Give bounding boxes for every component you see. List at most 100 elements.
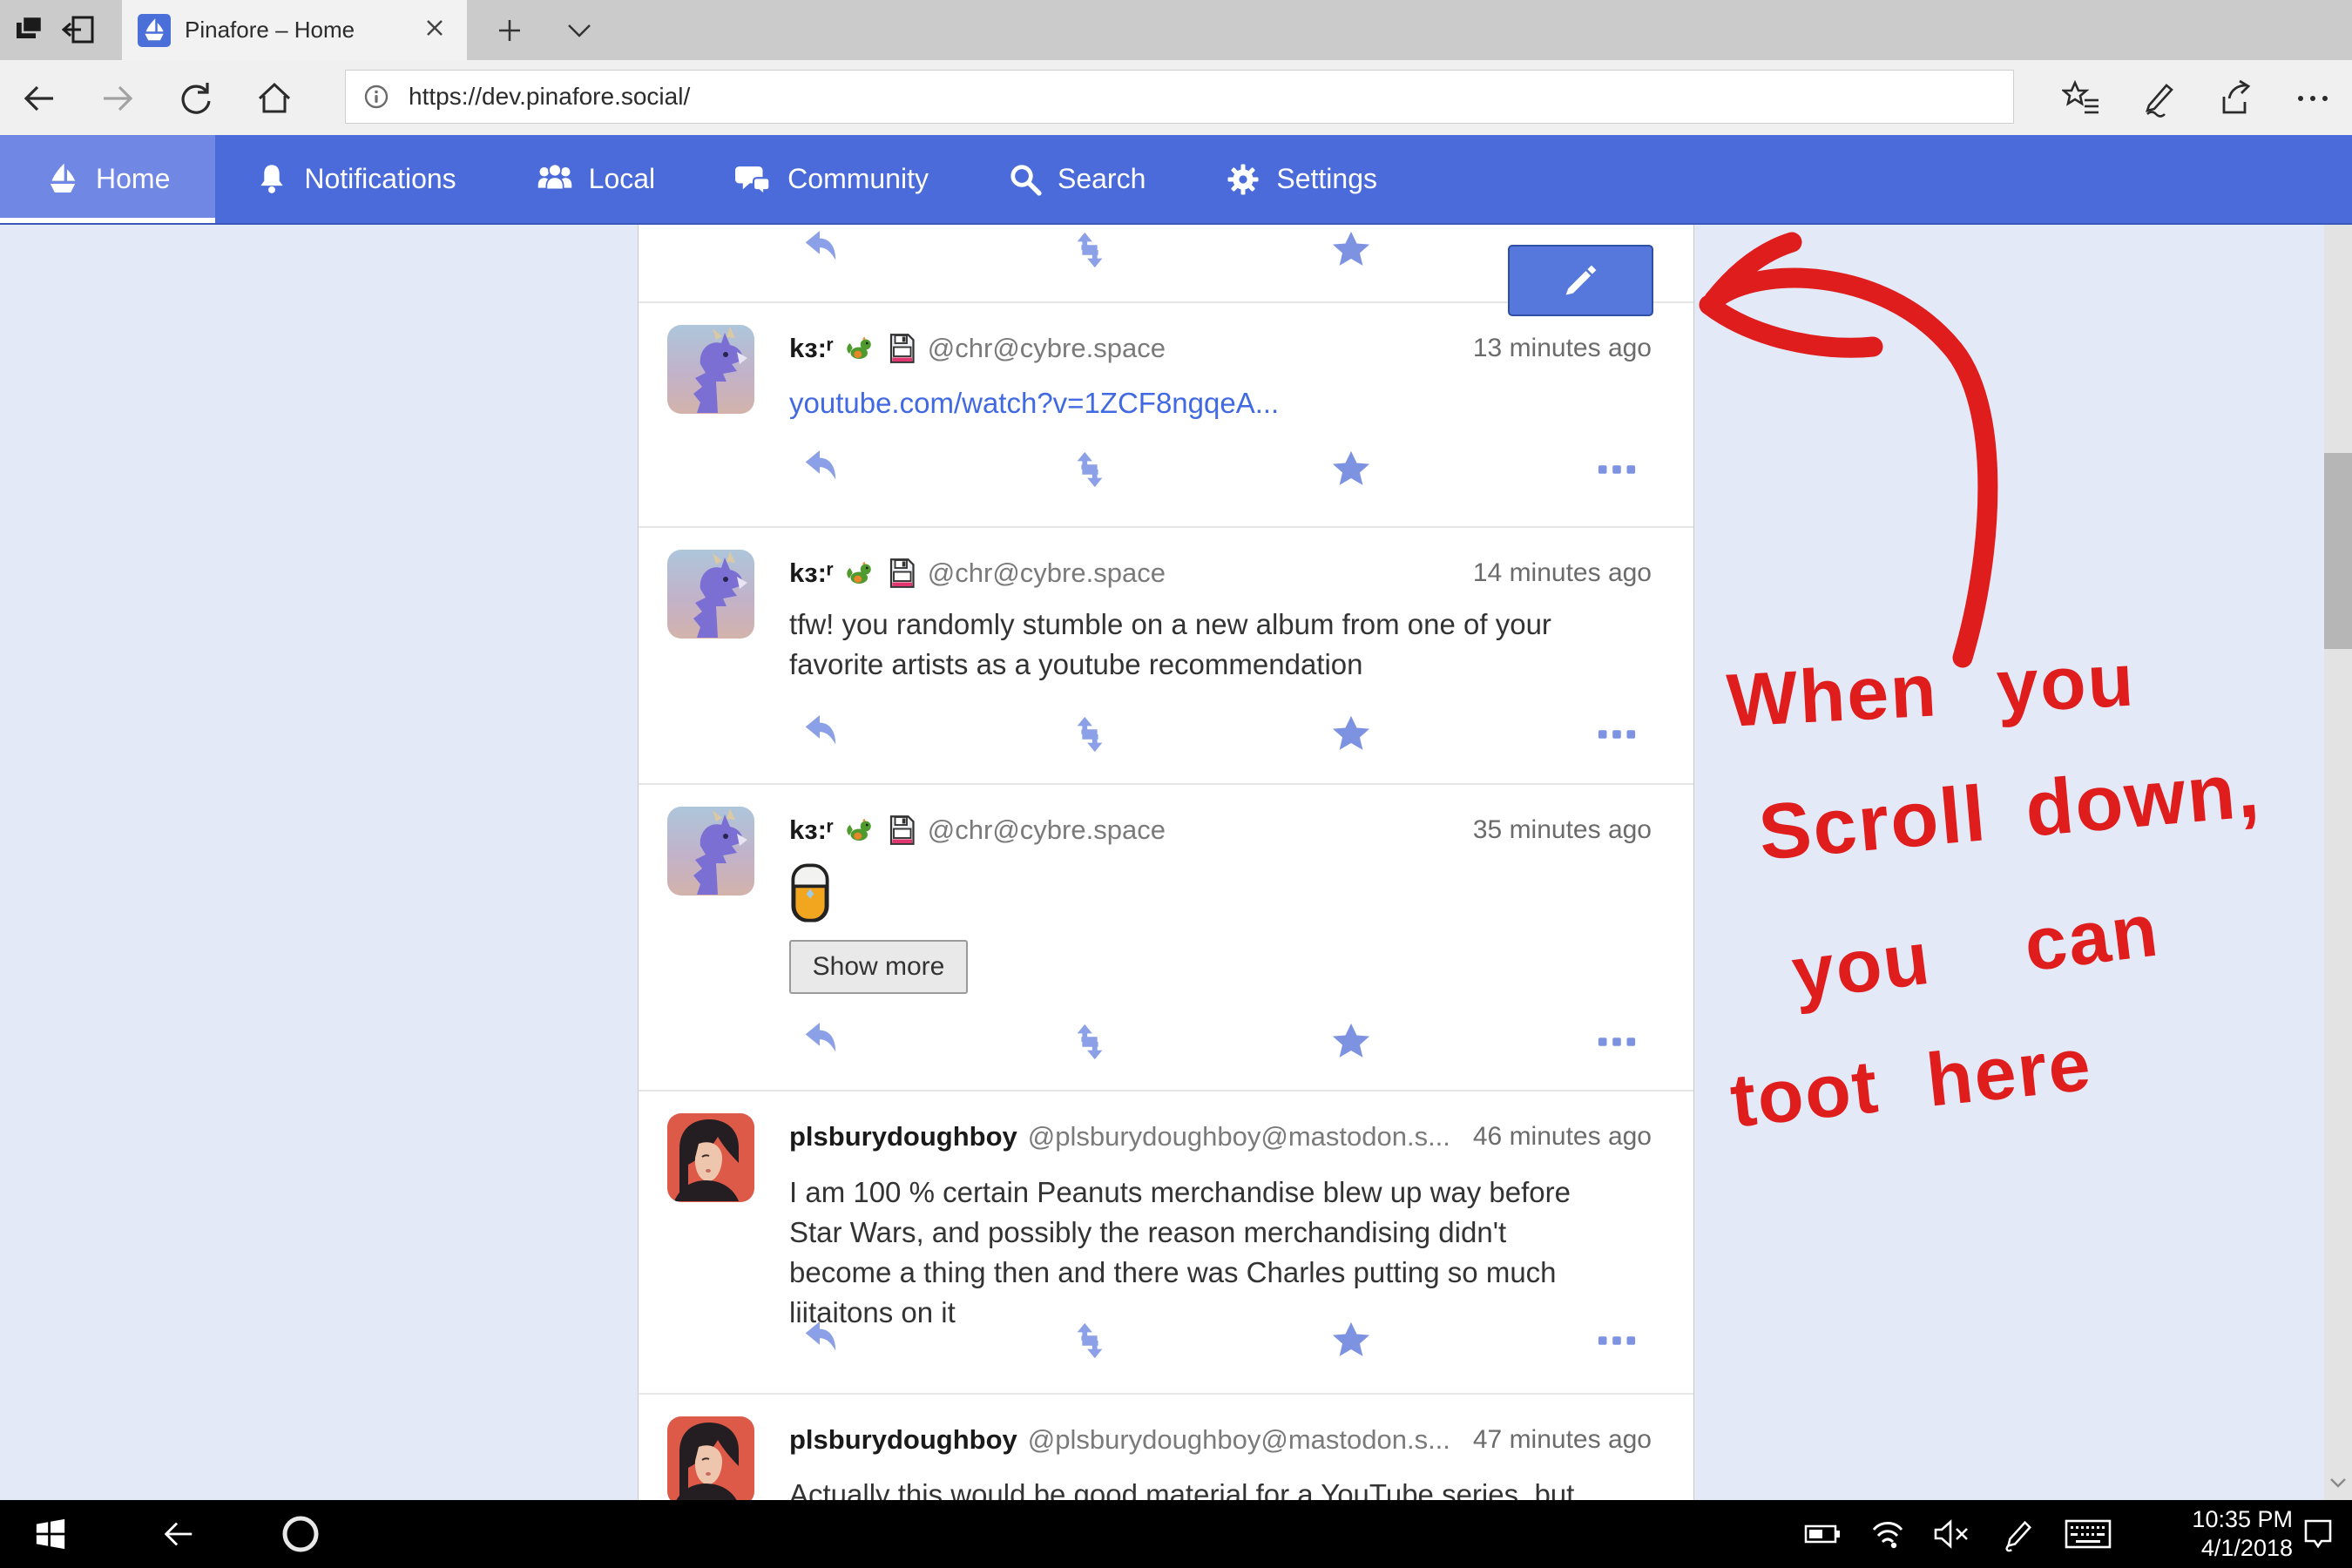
display-name[interactable]: kз:ʳ — [789, 558, 834, 589]
scrollbar-thumb[interactable] — [2324, 453, 2352, 649]
user-handle[interactable]: @chr@cybre.space — [928, 814, 1166, 846]
more-options-icon[interactable] — [1597, 449, 1637, 490]
gear-icon — [1226, 162, 1260, 197]
url-field[interactable]: https://dev.pinafore.social/ — [345, 70, 2014, 124]
close-tab-icon[interactable] — [418, 13, 451, 47]
tab-preview-icon — [11, 12, 46, 47]
home-button[interactable] — [251, 76, 298, 121]
reply-icon[interactable] — [800, 449, 840, 490]
show-tab-previews-button[interactable] — [558, 10, 601, 51]
more-options-button[interactable] — [2289, 76, 2336, 121]
toot-body: Actually this would be good material for… — [789, 1475, 1612, 1500]
avatar[interactable] — [667, 550, 754, 639]
taskbar-back-button[interactable] — [148, 1500, 209, 1568]
pinafore-nav: Home Notifications Local Community Searc… — [0, 135, 2352, 225]
wifi-icon — [1869, 1517, 1907, 1551]
boost-icon[interactable] — [1070, 714, 1110, 754]
nav-label: Settings — [1276, 163, 1377, 195]
more-options-icon[interactable] — [1597, 1022, 1637, 1062]
nav-item-notifications[interactable]: Notifications — [215, 135, 496, 223]
battery-icon — [1804, 1519, 1842, 1549]
nav-item-settings[interactable]: Settings — [1186, 135, 1417, 223]
avatar[interactable] — [667, 1416, 754, 1500]
site-info-icon[interactable] — [363, 84, 389, 110]
nav-label: Search — [1058, 163, 1146, 195]
reply-icon[interactable] — [800, 230, 840, 270]
show-more-button[interactable]: Show more — [789, 940, 968, 994]
nav-item-home[interactable]: Home — [0, 135, 215, 223]
toot-body: tfw! you randomly stumble on a new album… — [789, 605, 1612, 685]
pencil-icon — [1562, 261, 1600, 300]
display-name[interactable]: kз:ʳ — [789, 814, 834, 846]
browser-tab[interactable]: Pinafore – Home — [122, 0, 467, 60]
timestamp[interactable]: 46 minutes ago — [1473, 1122, 1652, 1152]
toot-body: I am 100 % certain Peanuts merchandise b… — [789, 1173, 1612, 1333]
user-handle[interactable]: @chr@cybre.space — [928, 558, 1166, 589]
timestamp[interactable]: 47 minutes ago — [1473, 1425, 1652, 1455]
boost-icon[interactable] — [1070, 1022, 1110, 1062]
nav-item-search[interactable]: Search — [969, 135, 1186, 223]
timestamp[interactable]: 13 minutes ago — [1473, 334, 1652, 363]
forward-icon — [99, 80, 136, 117]
display-name[interactable]: plsburydoughboy — [789, 1424, 1017, 1456]
favorite-icon[interactable] — [1331, 1022, 1371, 1062]
volume-muted-button[interactable] — [1925, 1500, 1979, 1568]
reply-icon[interactable] — [800, 1321, 840, 1361]
toot-link[interactable]: youtube.com/watch?v=1ZCF8ngqeA... — [789, 387, 1612, 420]
action-center-button[interactable] — [2291, 1500, 2345, 1568]
reply-icon[interactable] — [800, 714, 840, 754]
favorite-icon[interactable] — [1331, 449, 1371, 490]
refresh-button[interactable] — [172, 76, 220, 121]
boost-icon[interactable] — [1070, 1321, 1110, 1361]
compose-toot-button[interactable] — [1508, 245, 1653, 316]
nav-label: Notifications — [304, 163, 456, 195]
back-icon — [160, 1516, 197, 1552]
more-options-icon[interactable] — [1597, 714, 1637, 754]
more-options-icon[interactable] — [1597, 1321, 1637, 1361]
avatar[interactable] — [667, 807, 754, 896]
back-button[interactable] — [16, 76, 63, 121]
web-note-button[interactable] — [2136, 76, 2183, 121]
annotation-text: When you — [1725, 637, 2137, 744]
start-button[interactable] — [24, 1500, 77, 1568]
scrollbar[interactable] — [2324, 225, 2352, 1500]
clock-date: 4/1/2018 — [2140, 1534, 2293, 1563]
touch-keyboard-button[interactable] — [2056, 1500, 2120, 1568]
scrollbar-down-icon[interactable] — [2324, 1469, 2352, 1497]
display-name[interactable]: kз:ʳ — [789, 333, 834, 364]
share-button[interactable] — [2213, 76, 2260, 121]
battery-button[interactable] — [1796, 1500, 1850, 1568]
avatar[interactable] — [667, 1113, 754, 1202]
user-handle[interactable]: @plsburydoughboy@mastodon.s... — [1028, 1121, 1450, 1152]
taskbar-clock[interactable]: 10:35 PM 4/1/2018 — [2140, 1505, 2293, 1563]
address-bar-row: https://dev.pinafore.social/ — [0, 60, 2352, 135]
tab-preview-button[interactable] — [5, 7, 52, 52]
reply-icon[interactable] — [800, 1022, 840, 1062]
favorite-icon[interactable] — [1331, 1321, 1371, 1361]
boost-icon[interactable] — [1070, 449, 1110, 490]
display-name[interactable]: plsburydoughboy — [789, 1121, 1017, 1152]
favorite-icon[interactable] — [1331, 714, 1371, 754]
timestamp[interactable]: 14 minutes ago — [1473, 558, 1652, 588]
floppy-disk-emoji — [886, 814, 917, 846]
nav-item-community[interactable]: Community — [695, 135, 969, 223]
taskbar: 10:35 PM 4/1/2018 — [0, 1500, 2352, 1568]
timestamp[interactable]: 35 minutes ago — [1473, 815, 1652, 845]
chat-bubbles-icon — [735, 161, 772, 198]
favorite-icon[interactable] — [1331, 230, 1371, 270]
pen-button[interactable] — [1990, 1500, 2044, 1568]
forward-button[interactable] — [94, 76, 141, 121]
toot-header: kз:ʳ @chr@cybre.space 35 minutes ago — [789, 814, 1652, 846]
set-aside-tabs-button[interactable] — [56, 7, 103, 52]
avatar[interactable] — [667, 325, 754, 414]
user-handle[interactable]: @chr@cybre.space — [928, 333, 1166, 364]
boost-icon[interactable] — [1070, 230, 1110, 270]
nav-item-local[interactable]: Local — [497, 135, 696, 223]
cortana-button[interactable] — [270, 1500, 331, 1568]
favorites-hub-button[interactable] — [2058, 76, 2105, 121]
new-tab-button[interactable] — [488, 10, 531, 51]
toot-header: kз:ʳ @chr@cybre.space 13 minutes ago — [789, 333, 1652, 364]
tab-title: Pinafore – Home — [185, 17, 418, 44]
user-handle[interactable]: @plsburydoughboy@mastodon.s... — [1028, 1424, 1450, 1456]
wifi-button[interactable] — [1861, 1500, 1915, 1568]
